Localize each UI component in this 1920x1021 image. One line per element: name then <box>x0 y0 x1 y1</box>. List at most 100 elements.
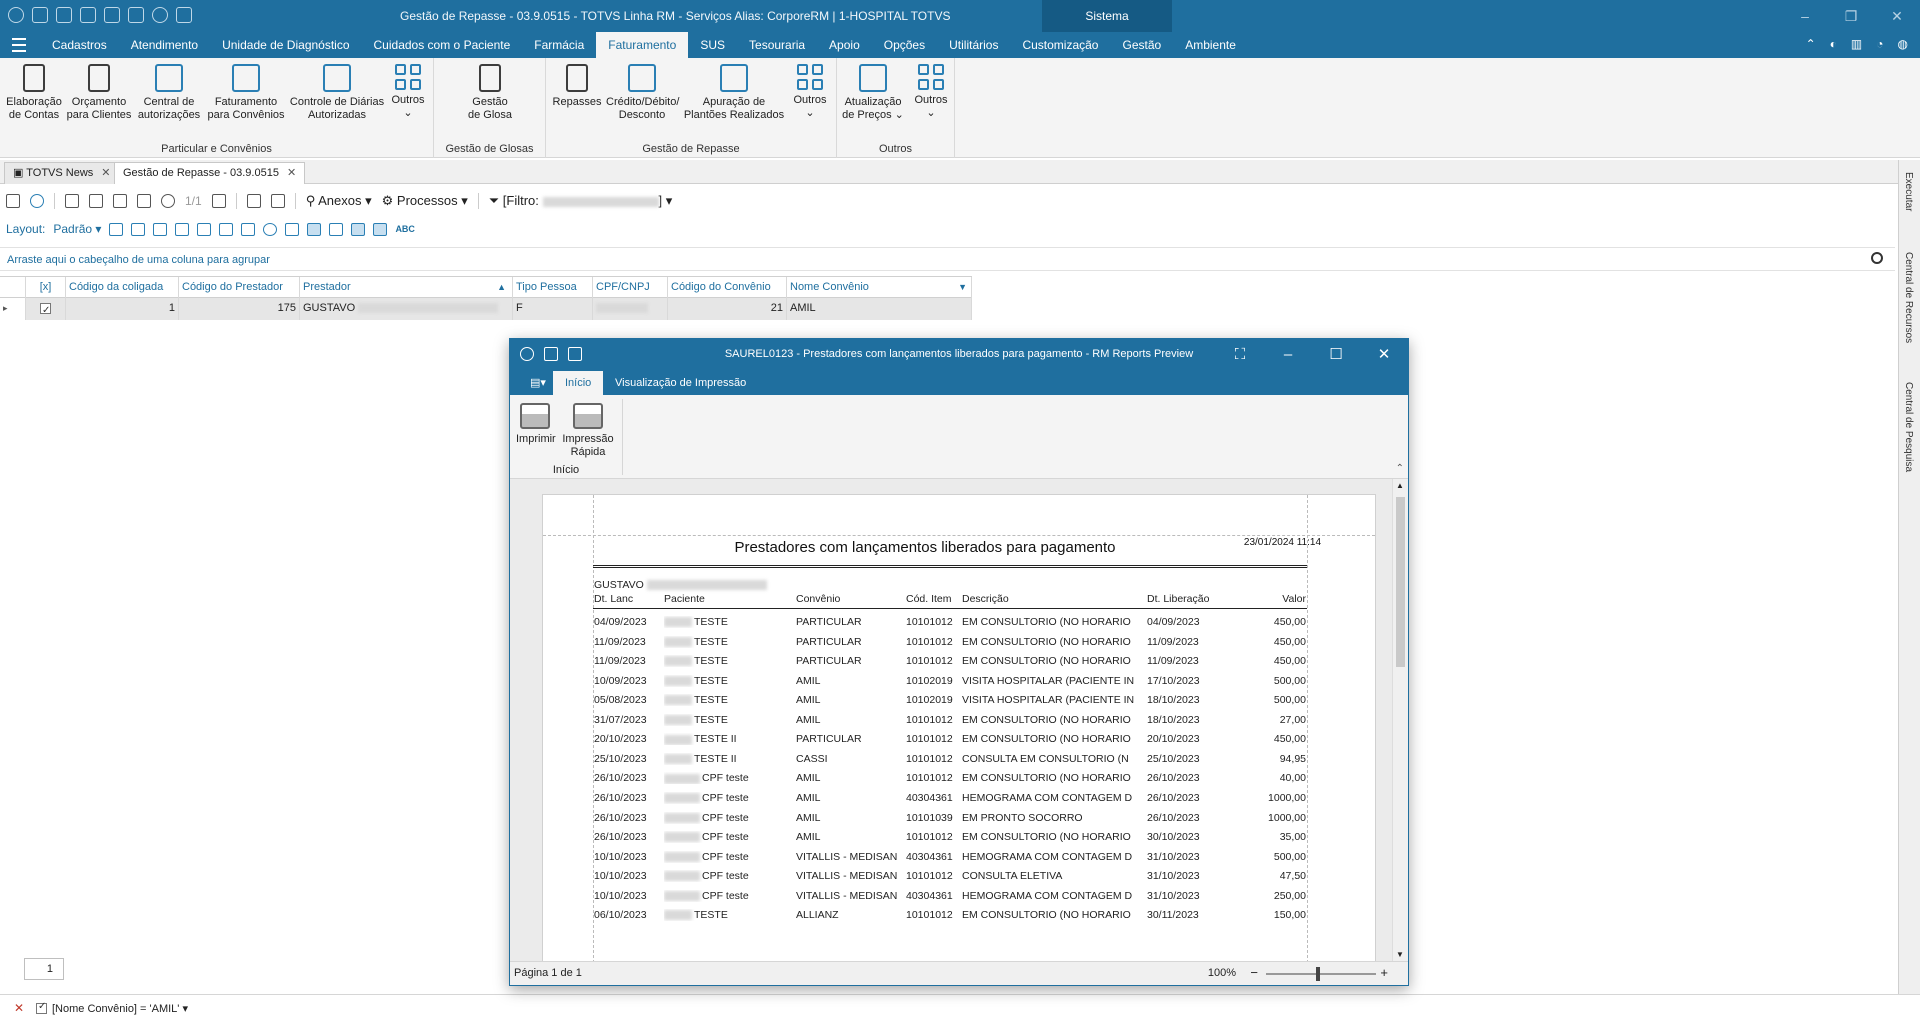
tab-apoio[interactable]: Apoio <box>817 32 872 58</box>
collapse-ribbon-icon[interactable]: ⌃ <box>1396 463 1404 474</box>
upload-layout-icon[interactable] <box>175 222 190 236</box>
info-icon[interactable]: ◍ <box>1898 37 1908 51</box>
zoom-in-icon[interactable]: + <box>1380 965 1388 980</box>
zoom-slider-thumb[interactable] <box>1316 967 1320 981</box>
col-nome-convenio[interactable]: Nome Convênio ▼ <box>787 277 972 299</box>
outros-repasse-button[interactable]: Outros ⌄ <box>790 64 830 120</box>
anexos-button[interactable]: ⚲ Anexos ▾ <box>306 193 372 209</box>
tab-cuidados-com-o-paciente[interactable]: Cuidados com o Paciente <box>362 32 523 58</box>
collapse-ribbon-icon[interactable]: ⌃ <box>1806 37 1816 51</box>
layout-icon[interactable]: ▥ <box>1851 37 1862 51</box>
tab-sus[interactable]: SUS <box>688 32 737 58</box>
home-icon[interactable] <box>104 7 120 23</box>
totvs-logo-icon[interactable] <box>8 7 24 23</box>
filter-enabled-checkbox[interactable] <box>36 1001 47 1014</box>
filter-button[interactable]: ⏷ [Filtro: ] ▾ <box>489 193 673 209</box>
tab-tesouraria[interactable]: Tesouraria <box>737 32 817 58</box>
central-pesquisa-tab[interactable]: Central de Pesquisa <box>1903 382 1914 472</box>
tab-gestao-repasse[interactable]: Gestão de Repasse - 03.9.0515 ✕ <box>114 162 306 184</box>
close-tab-icon[interactable]: ✕ <box>287 167 296 179</box>
search-icon[interactable] <box>1871 252 1883 264</box>
help-icon[interactable]: ◐ <box>1830 37 1837 51</box>
restore-button[interactable]: ❐ <box>1828 0 1874 32</box>
col-cpf-cnpj[interactable]: CPF/CNPJ <box>593 277 668 299</box>
col-codigo-convenio[interactable]: Código do Convênio <box>668 277 787 299</box>
tab-cadastros[interactable]: Cadastros <box>40 32 119 58</box>
central-recursos-tab[interactable]: Central de Recursos <box>1903 252 1914 343</box>
swap-layout-icon[interactable] <box>153 222 168 236</box>
gestao-glosa-button[interactable]: Gestão de Glosa <box>454 64 526 122</box>
refresh-icon[interactable] <box>80 7 96 23</box>
search-icon[interactable] <box>161 194 175 208</box>
imprimir-button[interactable]: Imprimir <box>516 403 556 446</box>
chart-icon[interactable] <box>285 222 300 236</box>
central-autorizacoes-button[interactable]: Central de autorizações <box>136 64 202 122</box>
tab-customiza-o[interactable]: Customização <box>1010 32 1110 58</box>
tab-faturamento[interactable]: Faturamento <box>596 32 689 58</box>
calculator-icon[interactable] <box>128 7 144 23</box>
zoom-out-icon[interactable]: − <box>1250 965 1258 980</box>
edit-icon[interactable] <box>6 194 20 208</box>
col-select[interactable]: [x] <box>26 277 66 299</box>
delete-layout-icon[interactable] <box>131 222 146 236</box>
report-canvas[interactable]: Prestadores com lançamentos liberados pa… <box>510 479 1408 961</box>
row-checkbox[interactable] <box>40 301 51 320</box>
elaboracao-contas-button[interactable]: Elaboração de Contas <box>6 64 62 122</box>
view-mode-1-icon[interactable] <box>307 222 322 236</box>
next-record-icon[interactable] <box>113 194 127 208</box>
view-mode-2-icon[interactable] <box>329 222 344 236</box>
download-layout-icon[interactable] <box>197 222 212 236</box>
repasses-button[interactable]: Repasses <box>552 64 602 109</box>
close-button[interactable]: ✕ <box>1874 0 1920 32</box>
last-record-icon[interactable] <box>137 194 151 208</box>
scroll-up-icon[interactable]: ▲ <box>1396 481 1404 490</box>
tab-unidade-de-diagn-stico[interactable]: Unidade de Diagnóstico <box>210 32 361 58</box>
executar-tab[interactable]: Executar <box>1903 172 1914 211</box>
atualizacao-precos-button[interactable]: Atualização de Preços ⌄ <box>841 64 905 122</box>
col-codigo-coligada[interactable]: Código da coligada <box>66 277 179 299</box>
orcamento-button[interactable]: Orçamento para Clientes <box>66 64 132 122</box>
tab-totvs-news[interactable]: ▣ TOTVS News ✕ <box>4 162 120 184</box>
row-expand-icon[interactable]: ▸ <box>0 298 26 320</box>
view-mode-4-icon[interactable] <box>373 222 388 236</box>
faturamento-convenios-button[interactable]: Faturamento para Convênios <box>206 64 286 122</box>
pin2-icon[interactable] <box>241 222 256 236</box>
export-icon[interactable] <box>246 194 261 208</box>
abc-icon[interactable]: ABC <box>395 224 415 234</box>
tab-utilit-rios[interactable]: Utilitários <box>937 32 1010 58</box>
calendar-icon[interactable] <box>176 7 192 23</box>
close-button[interactable]: ✕ <box>1360 339 1408 371</box>
controle-diarias-button[interactable]: Controle de Diárias Autorizadas <box>288 64 386 122</box>
processos-button[interactable]: ⚙ Processos ▾ <box>382 193 468 209</box>
col-prestador[interactable]: Prestador ▲ <box>300 277 513 299</box>
zoom-slider[interactable] <box>1266 967 1376 981</box>
add-layout-icon[interactable] <box>109 222 124 236</box>
minimize-button[interactable]: – <box>1264 339 1312 371</box>
filter-expression[interactable]: [Nome Convênio] = 'AMIL' ▾ <box>52 1002 188 1015</box>
previous-record-icon[interactable] <box>89 194 103 208</box>
maximize-button[interactable]: ☐ <box>1312 339 1360 371</box>
clear-filter-icon[interactable]: ✕ <box>14 1001 24 1015</box>
scroll-thumb[interactable] <box>1396 497 1405 667</box>
filter-icon[interactable]: ▼ <box>958 277 967 297</box>
screen-icon[interactable] <box>56 7 72 23</box>
support-icon[interactable]: ◔ <box>1876 37 1883 51</box>
col-tipo-pessoa[interactable]: Tipo Pessoa <box>513 277 593 299</box>
user-icon[interactable] <box>32 7 48 23</box>
tab-op-es[interactable]: Opções <box>872 32 937 58</box>
tab-atendimento[interactable]: Atendimento <box>119 32 210 58</box>
report-icon[interactable] <box>270 194 285 208</box>
refresh-icon[interactable] <box>30 194 44 208</box>
columns-icon[interactable] <box>211 194 226 208</box>
report-menu-icon[interactable]: ▤▾ <box>518 371 558 395</box>
sistema-tab[interactable]: Sistema <box>1042 0 1172 32</box>
close-tab-icon[interactable]: ✕ <box>101 167 110 179</box>
pin-icon[interactable] <box>219 222 234 236</box>
impressao-rapida-button[interactable]: Impressão Rápida <box>560 403 616 459</box>
theme-icon[interactable] <box>263 222 278 236</box>
group-by-panel[interactable]: Arraste aqui o cabeçalho de uma coluna p… <box>0 247 1895 271</box>
vertical-scrollbar[interactable]: ▲ ▼ <box>1392 479 1408 961</box>
scroll-down-icon[interactable]: ▼ <box>1396 950 1404 959</box>
col-codigo-prestador[interactable]: Código do Prestador <box>179 277 300 299</box>
view-mode-3-icon[interactable] <box>351 222 366 236</box>
